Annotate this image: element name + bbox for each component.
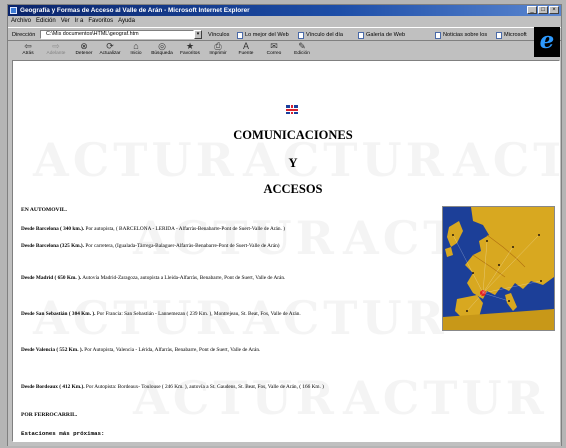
menu-favoritos[interactable]: Favoritos — [88, 16, 113, 26]
toolbar-button-favoritos[interactable]: ★ Favoritos — [178, 42, 202, 57]
toolbar-button-label: Imprimir — [209, 51, 227, 56]
route-barcelona-highway: Desde Barcelona ( 340 km.). Por autopist… — [21, 226, 285, 232]
route-valencia: Desde Valencia ( 552 Km. ). Por Autopist… — [21, 347, 260, 353]
route-detail: Autovía Madrid-Zaragoza, autopista a Lle… — [81, 275, 286, 281]
maximize-button[interactable]: □ — [538, 6, 548, 14]
page-heading-accesos: ACCESOS — [263, 182, 323, 196]
search-icon: ◎ — [158, 41, 166, 51]
watermark-text: ACTUR — [243, 291, 448, 345]
page-heading-y: Y — [288, 156, 298, 170]
page-heading-comunicaciones: COMUNICACIONES — [233, 128, 353, 142]
forward-arrow-icon: ⇨ — [52, 41, 60, 51]
route-origin: Desde Valencia ( 552 Km. ). — [21, 347, 83, 353]
mail-icon: ✉ — [270, 41, 278, 51]
watermark-text: ACTUR — [33, 291, 238, 345]
browser-window: Geografía y Formas de Acceso al Valle de… — [7, 4, 562, 446]
links-label: Vínculos — [208, 32, 230, 38]
link-microsoft[interactable]: Microsoft — [496, 29, 527, 41]
font-icon: A — [242, 41, 249, 51]
home-icon: ⌂ — [133, 41, 139, 51]
toolbar-button-label: Atrás — [22, 51, 34, 56]
toolbar-button-atrás[interactable]: ⇦ Atrás — [16, 42, 40, 57]
route-madrid: Desde Madrid ( 650 Km. ). Autovía Madrid… — [21, 275, 285, 281]
europe-map-graphic — [443, 207, 554, 330]
web-page-icon — [496, 31, 502, 39]
route-origin: Desde Madrid ( 650 Km. ). — [21, 275, 82, 281]
link-galeria-de-web[interactable]: Galería de Web — [358, 29, 405, 41]
page-content: ACTUR ACTUR ACTUR ACTUR ACTUR ACTUR ACTU… — [12, 60, 560, 442]
standard-toolbar: ⇦ Atrás ⇨ Adelante ⊗ Detener ⟳ Actualizar ⌂ Inici… — [8, 41, 536, 58]
toolbar-button-correo[interactable]: ✉ Correo — [262, 42, 286, 57]
route-san-sebastian: Desde San Sebastián ( 304 Km. ). Por Fra… — [21, 311, 301, 317]
ie-app-icon[interactable] — [10, 7, 17, 14]
route-bordeaux: Desde Bordeaux ( 412 Km.). Por Autopista… — [21, 384, 324, 390]
route-detail: Por Francia: San Sebastián - Lannemezan … — [95, 311, 301, 317]
toolbar-button-inicio[interactable]: ⌂ Inicio — [124, 42, 148, 57]
menu-edicion[interactable]: Edición — [36, 16, 56, 26]
address-dropdown-button[interactable]: ▾ — [194, 30, 202, 39]
menu-archivo[interactable]: Archivo — [11, 16, 31, 26]
toolbar-button-label: Favoritos — [180, 51, 200, 56]
watermark-text: ACTUR — [133, 371, 338, 425]
europe-map-image — [442, 206, 555, 331]
route-detail: Por carretera, (Igualada-Tàrrega-Balague… — [84, 243, 280, 249]
link-vinculo-del-dia[interactable]: Vínculo del día — [298, 29, 343, 41]
toolbar-button-adelante[interactable]: ⇨ Adelante — [44, 42, 68, 57]
watermark-text: ACTUR — [453, 133, 559, 187]
edit-icon: ✎ — [298, 41, 306, 51]
toolbar-button-label: Edición — [294, 51, 310, 56]
print-icon: ⎙ — [214, 41, 222, 51]
toolbar-button-label: Adelante — [46, 51, 66, 56]
route-barcelona-road: Desde Barcelona (325 Km.). Por carretera… — [21, 243, 280, 249]
english-flag-icon[interactable] — [286, 105, 298, 114]
menu-bar: Archivo Edición Ver Ir a Favoritos Ayuda — [8, 16, 561, 26]
toolbar-button-label: Inicio — [130, 51, 142, 56]
refresh-icon: ⟳ — [106, 41, 114, 51]
route-detail: Por autopista, ( BARCELONA - LERIDA - Al… — [84, 226, 285, 232]
favorites-icon: ★ — [185, 41, 195, 51]
web-page-icon — [435, 31, 441, 39]
address-label: Dirección — [12, 32, 36, 38]
status-bar — [8, 442, 561, 446]
address-bar: Dirección C:\Mis documentos\HTML\geograf… — [8, 27, 561, 41]
watermark-text: ACTUR — [343, 371, 548, 425]
web-page-icon — [237, 31, 243, 39]
close-button[interactable]: × — [549, 6, 559, 14]
toolbar-button-edición[interactable]: ✎ Edición — [290, 42, 314, 57]
watermark-text: ACTUR — [133, 211, 338, 265]
link-lo-mejor-del-web[interactable]: Lo mejor del Web — [237, 29, 289, 41]
address-input[interactable]: C:\Mis documentos\HTML\geograf.htm — [40, 30, 194, 39]
toolbar-button-detener[interactable]: ⊗ Detener — [72, 42, 96, 57]
toolbar-button-label: Fuente — [238, 51, 254, 56]
toolbar-button-imprimir[interactable]: ⎙ Imprimir — [206, 42, 230, 57]
menu-ayuda[interactable]: Ayuda — [118, 16, 135, 26]
web-page-icon — [358, 31, 364, 39]
section-title-car: EN AUTOMOVIL. — [21, 207, 67, 213]
toolbar-button-actualizar[interactable]: ⟳ Actualizar — [98, 42, 122, 57]
stations-label: Estaciones más próximas: — [21, 430, 105, 437]
section-title-rail: POR FERROCARRIL. — [21, 412, 78, 418]
toolbar-button-fuente[interactable]: A Fuente — [234, 42, 258, 57]
title-bar[interactable]: Geografía y Formas de Acceso al Valle de… — [8, 5, 561, 16]
menu-ver[interactable]: Ver — [61, 16, 70, 26]
route-detail: Por Autopista, Valencia - Lérida, Alfarr… — [82, 347, 261, 353]
back-arrow-icon: ⇦ — [24, 41, 32, 51]
toolbar-button-label: Búsqueda — [151, 51, 173, 56]
link-noticias[interactable]: Noticias sobre los — [435, 29, 487, 41]
stop-icon: ⊗ — [80, 41, 88, 51]
toolbar-button-label: Detener — [75, 51, 93, 56]
ie-logo-icon: e — [534, 27, 560, 57]
menu-ir-a[interactable]: Ir a — [75, 16, 84, 26]
route-origin: Desde San Sebastián ( 304 Km. ). — [21, 311, 96, 317]
route-origin: Desde Bordeaux ( 412 Km.). — [21, 384, 85, 390]
toolbar-button-búsqueda[interactable]: ◎ Búsqueda — [150, 42, 174, 57]
window-title: Geografía y Formas de Acceso al Valle de… — [20, 7, 250, 14]
toolbar-button-label: Actualizar — [99, 51, 121, 56]
route-origin: Desde Barcelona (325 Km.). — [21, 243, 85, 249]
web-page-icon — [298, 31, 304, 39]
minimize-button[interactable]: _ — [527, 6, 537, 14]
toolbar-button-label: Correo — [266, 51, 282, 56]
route-origin: Desde Barcelona ( 340 km.). — [21, 226, 85, 232]
route-detail: Por Autopista: Bordeaux- Toulouse ( 246 … — [84, 384, 324, 390]
